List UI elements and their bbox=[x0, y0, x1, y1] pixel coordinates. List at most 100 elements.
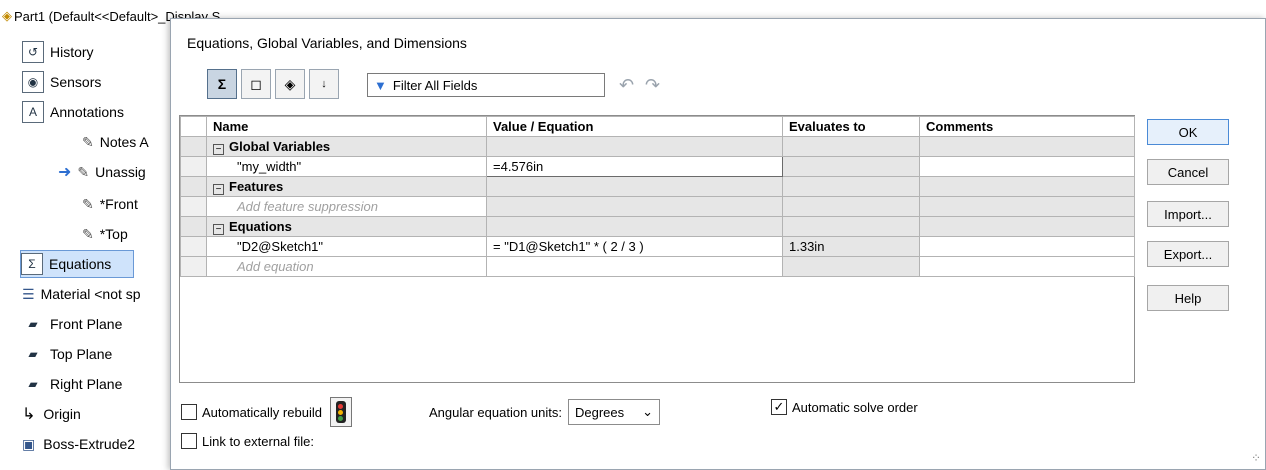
tree-item-label: Top Plane bbox=[50, 346, 113, 362]
group-equations[interactable]: − Equations bbox=[206, 216, 487, 237]
tree-item-notes[interactable]: ✎ Notes A bbox=[82, 128, 149, 156]
dimension-view-button[interactable]: ◈ bbox=[275, 69, 305, 99]
add-feature-suppression-cell[interactable]: Add feature suppression bbox=[206, 196, 487, 217]
tree-item-top-plane[interactable]: ▰ Top Plane bbox=[22, 340, 112, 368]
extrude-icon: ▣ bbox=[22, 435, 36, 452]
table-row[interactable]: "D2@Sketch1" = "D1@Sketch1" * ( 2 / 3 ) … bbox=[180, 236, 1135, 257]
ordered-view-icon: ↓ bbox=[321, 78, 327, 90]
tree-item-label: Unassig bbox=[95, 164, 146, 180]
add-equation-cell[interactable]: Add equation bbox=[206, 256, 487, 277]
group-cell bbox=[782, 136, 920, 157]
undo-icon[interactable]: ↶ bbox=[619, 75, 634, 96]
empty-cell bbox=[782, 196, 920, 217]
table-row[interactable]: Add equation bbox=[180, 256, 1135, 277]
empty-cell bbox=[919, 196, 1135, 217]
auto-solve-label: Automatic solve order bbox=[792, 399, 918, 415]
filter-input[interactable]: ▼ Filter All Fields bbox=[367, 73, 605, 97]
cancel-button[interactable]: Cancel bbox=[1147, 159, 1229, 185]
empty-cell[interactable] bbox=[486, 256, 783, 277]
tree-item-origin[interactable]: ↳ Origin bbox=[22, 400, 81, 428]
column-header-value[interactable]: Value / Equation bbox=[486, 116, 783, 137]
unassigned-notes-icon: ✎ bbox=[77, 163, 90, 180]
tree-item-right-plane[interactable]: ▰ Right Plane bbox=[22, 370, 122, 398]
gv-name-cell[interactable]: "my_width" bbox=[206, 156, 487, 177]
export-button[interactable]: Export... bbox=[1147, 241, 1229, 267]
tree-item-sensors[interactable]: ◉ Sensors bbox=[22, 68, 101, 96]
redo-icon[interactable]: ↷ bbox=[645, 75, 660, 96]
import-button[interactable]: Import... bbox=[1147, 201, 1229, 227]
tree-item-top-notes[interactable]: ✎ *Top bbox=[82, 220, 128, 248]
table-row[interactable]: "my_width" =4.576in bbox=[180, 156, 1135, 177]
column-header-name[interactable]: Name bbox=[206, 116, 487, 137]
history-icon: ↺ bbox=[22, 41, 44, 63]
eq-comments-cell[interactable] bbox=[919, 236, 1135, 257]
yellow-light bbox=[338, 409, 344, 415]
gv-comments-cell[interactable] bbox=[919, 156, 1135, 177]
plane-icon: ▰ bbox=[22, 343, 44, 365]
row-header-cell bbox=[180, 116, 207, 137]
empty-cell[interactable] bbox=[919, 256, 1135, 277]
group-row-features[interactable]: − Features bbox=[180, 176, 1135, 197]
group-cell bbox=[782, 176, 920, 197]
tree-item-boss-extrude[interactable]: ▣ Boss-Extrude2 bbox=[22, 430, 135, 458]
traffic-light-icon bbox=[335, 401, 346, 423]
auto-solve-checkbox[interactable]: ✓ bbox=[771, 399, 787, 415]
collapse-icon[interactable]: − bbox=[213, 143, 224, 155]
tree-item-material[interactable]: ☰ Material <not sp bbox=[22, 280, 141, 308]
resize-grip-icon[interactable]: ⁘ bbox=[1251, 451, 1261, 465]
header-row: Name Value / Equation Evaluates to Comme… bbox=[180, 116, 1135, 137]
group-features[interactable]: − Features bbox=[206, 176, 487, 197]
eq-value-cell[interactable]: = "D1@Sketch1" * ( 2 / 3 ) bbox=[486, 236, 783, 257]
eq-name-cell[interactable]: "D2@Sketch1" bbox=[206, 236, 487, 257]
empty-cell bbox=[782, 256, 920, 277]
link-external-checkbox[interactable] bbox=[181, 433, 197, 449]
tree-item-front-plane[interactable]: ▰ Front Plane bbox=[22, 310, 122, 338]
group-row-global-variables[interactable]: − Global Variables bbox=[180, 136, 1135, 157]
gv-value-cell[interactable]: =4.576in bbox=[486, 156, 783, 177]
tree-item-label: Right Plane bbox=[50, 376, 123, 392]
ordered-view-button[interactable]: ↓ bbox=[309, 69, 339, 99]
group-cell bbox=[486, 216, 783, 237]
top-notes-icon: ✎ bbox=[82, 225, 94, 242]
equations-grid: Name Value / Equation Evaluates to Comme… bbox=[179, 115, 1135, 383]
group-cell bbox=[782, 216, 920, 237]
group-label: Equations bbox=[229, 218, 292, 234]
collapse-icon[interactable]: − bbox=[213, 223, 224, 235]
tree-item-label: Equations bbox=[49, 256, 112, 272]
equations-icon: Σ bbox=[21, 253, 43, 275]
column-header-evaluates[interactable]: Evaluates to bbox=[782, 116, 920, 137]
empty-cell bbox=[486, 196, 783, 217]
sketch-equation-view-button[interactable]: ◻ bbox=[241, 69, 271, 99]
link-external-label: Link to external file: bbox=[202, 433, 315, 449]
ok-button[interactable]: OK bbox=[1147, 119, 1229, 145]
notes-icon: ✎ bbox=[82, 133, 94, 150]
tree-item-unassigned[interactable]: ➜ ✎ Unassig bbox=[58, 158, 146, 186]
group-label: Features bbox=[229, 178, 284, 194]
tree-item-label: Notes A bbox=[99, 134, 149, 150]
group-global-variables[interactable]: − Global Variables bbox=[206, 136, 487, 157]
collapse-icon[interactable]: − bbox=[213, 183, 224, 195]
row-header bbox=[180, 236, 207, 257]
eq-evaluates-cell: 1.33in bbox=[782, 236, 920, 257]
tree-item-annotations[interactable]: A Annotations bbox=[22, 98, 124, 126]
row-header bbox=[180, 136, 207, 157]
tree-item-history[interactable]: ↺ History bbox=[22, 38, 94, 66]
auto-rebuild-label: Automatically rebuild bbox=[202, 404, 322, 420]
table-row[interactable]: Add feature suppression bbox=[180, 196, 1135, 217]
group-row-equations[interactable]: − Equations bbox=[180, 216, 1135, 237]
group-cell bbox=[919, 136, 1135, 157]
help-button[interactable]: Help bbox=[1147, 285, 1229, 311]
auto-rebuild-checkbox[interactable] bbox=[181, 404, 197, 420]
tree-item-front-notes[interactable]: ✎ *Front bbox=[82, 190, 138, 218]
group-cell bbox=[486, 136, 783, 157]
rebuild-traffic-light-button[interactable] bbox=[329, 397, 352, 427]
gv-evaluates-cell bbox=[782, 156, 920, 177]
row-header bbox=[180, 156, 207, 177]
plane-icon: ▰ bbox=[22, 313, 44, 335]
tree-item-equations[interactable]: Σ Equations bbox=[20, 250, 134, 278]
equations-dialog: Equations, Global Variables, and Dimensi… bbox=[170, 18, 1266, 470]
column-header-comments[interactable]: Comments bbox=[919, 116, 1135, 137]
angular-units-select[interactable]: Degrees ⌄ bbox=[567, 399, 660, 425]
auto-rebuild-control: Automatically rebuild bbox=[181, 397, 352, 427]
equation-view-button[interactable]: Σ bbox=[207, 69, 237, 99]
